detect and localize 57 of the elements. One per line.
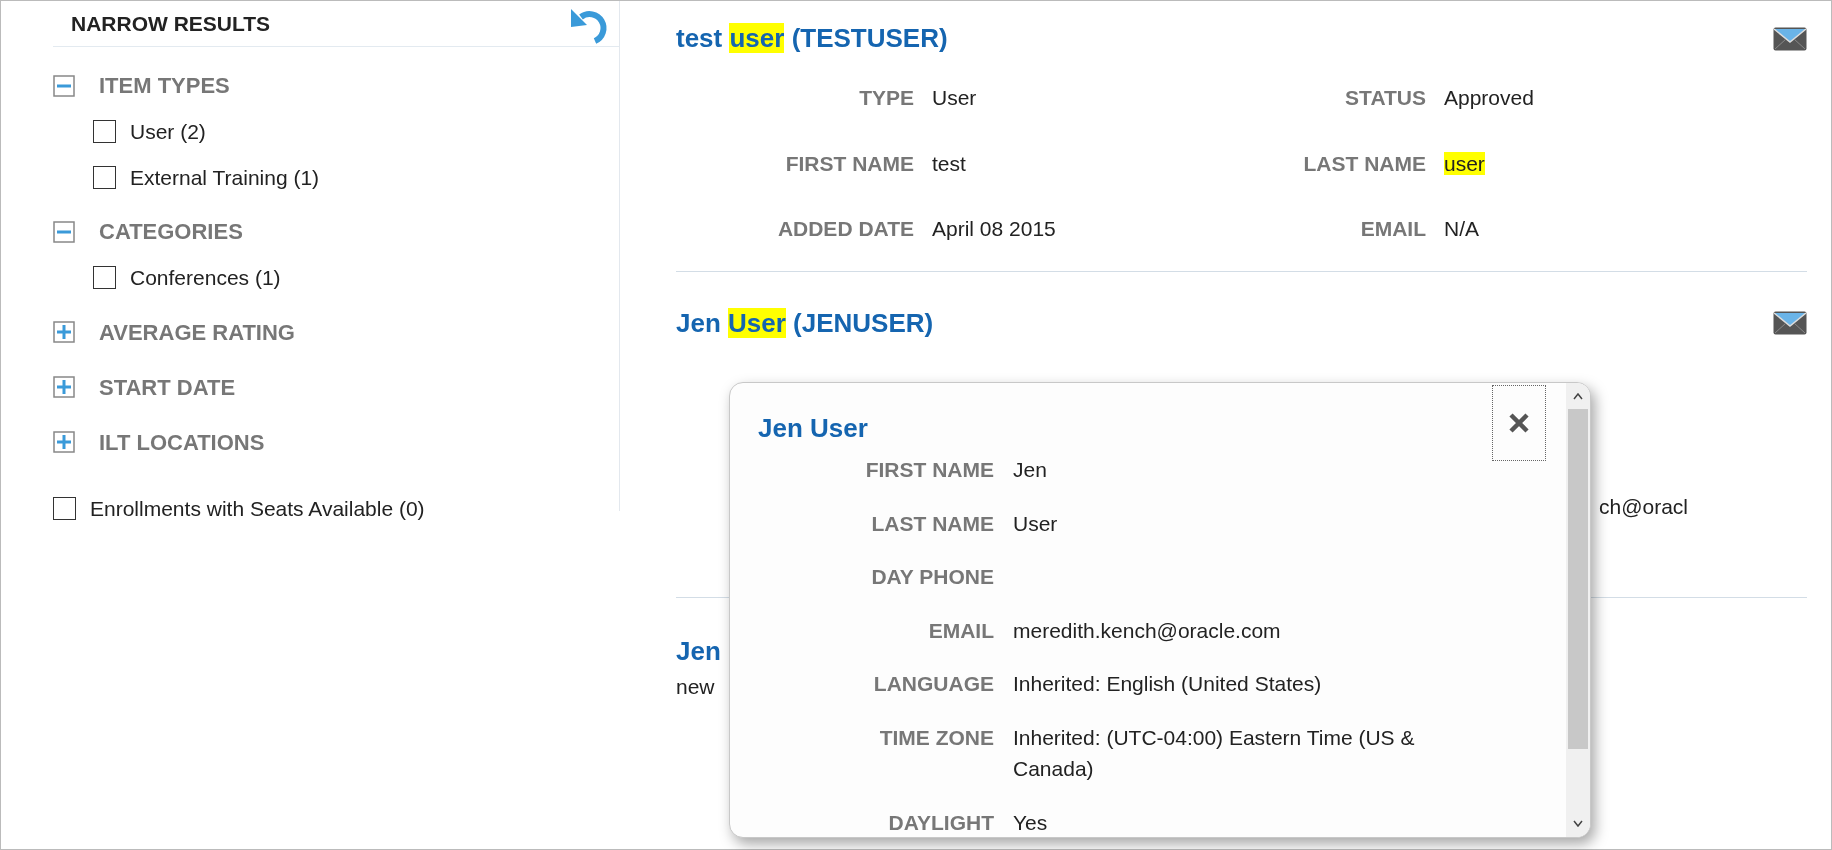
field-value: Inherited: English (United States) xyxy=(1013,671,1323,697)
field-label: TIME ZONE xyxy=(878,724,994,751)
field-value: User xyxy=(932,85,978,111)
filter-heading[interactable]: ILT LOCATIONS xyxy=(99,425,265,459)
field-value: Jen xyxy=(1013,457,1048,483)
field-label: LANGUAGE xyxy=(872,671,994,697)
field-label: DAY PHONE xyxy=(870,564,994,590)
result-title[interactable]: Jen User (JENUSER) xyxy=(676,303,934,343)
chevron-up-icon xyxy=(1572,391,1584,401)
envelope-icon[interactable] xyxy=(1773,311,1807,335)
filter-option[interactable]: User (2) xyxy=(130,116,206,148)
chevron-down-icon xyxy=(1572,819,1584,829)
field-label: LAST NAME xyxy=(1302,150,1426,177)
field-value: User xyxy=(1013,510,1059,537)
scrollbar-thumb[interactable] xyxy=(1568,409,1588,749)
popup-title: Jen User xyxy=(758,412,868,445)
filter-heading[interactable]: CATEGORIES xyxy=(99,215,243,248)
field-value: meredith.kench@oracle.com xyxy=(1013,617,1282,644)
collapse-icon[interactable] xyxy=(53,220,75,243)
filter-heading[interactable]: ITEM TYPES xyxy=(99,69,230,102)
field-label: LAST NAME xyxy=(870,510,994,537)
field-value: Approved xyxy=(1444,85,1535,111)
close-icon xyxy=(1508,412,1530,434)
field-value: Inherited: (UTC-04:00) Eastern Time (US & Canada) xyxy=(1013,724,1416,782)
checkbox[interactable] xyxy=(93,120,116,144)
result-description: new xyxy=(676,673,715,700)
field-value: N/A xyxy=(1444,216,1480,242)
field-value: April 08 2015 xyxy=(932,216,1057,242)
checkbox[interactable] xyxy=(93,266,116,290)
field-label: TYPE xyxy=(858,85,914,111)
result-title[interactable]: Jen xyxy=(676,631,721,671)
field-value: ch@oracl xyxy=(1599,493,1688,520)
field-label: FIRST NAME xyxy=(784,150,914,177)
checkbox[interactable] xyxy=(93,165,116,189)
filter-heading[interactable]: AVERAGE RATING xyxy=(99,315,295,349)
expand-icon[interactable] xyxy=(53,321,75,343)
field-value: user xyxy=(1444,150,1486,177)
result-title[interactable]: test user (TESTUSER) xyxy=(676,19,948,58)
filter-heading[interactable]: START DATE xyxy=(99,370,236,404)
field-label: STATUS xyxy=(1344,85,1426,111)
field-label: DAYLIGHT xyxy=(887,809,994,836)
filter-option[interactable]: Enrollments with Seats Available (0) xyxy=(90,492,425,524)
field-label: ADDED DATE xyxy=(776,216,914,242)
expand-icon[interactable] xyxy=(53,376,75,398)
filter-option[interactable]: External Training (1) xyxy=(130,161,320,193)
field-label: EMAIL xyxy=(927,617,994,644)
filter-option[interactable]: Conferences (1) xyxy=(130,262,281,294)
envelope-icon[interactable] xyxy=(1773,26,1807,51)
field-value: Yes xyxy=(1013,809,1049,836)
close-button[interactable] xyxy=(1492,385,1546,461)
field-label: FIRST NAME xyxy=(864,457,994,483)
expand-icon[interactable] xyxy=(53,431,75,453)
collapse-icon[interactable] xyxy=(53,74,75,97)
field-value: test xyxy=(932,150,967,177)
field-label: EMAIL xyxy=(1359,216,1426,242)
sidebar-title: NARROW RESULTS xyxy=(71,10,271,37)
checkbox[interactable] xyxy=(53,496,76,520)
